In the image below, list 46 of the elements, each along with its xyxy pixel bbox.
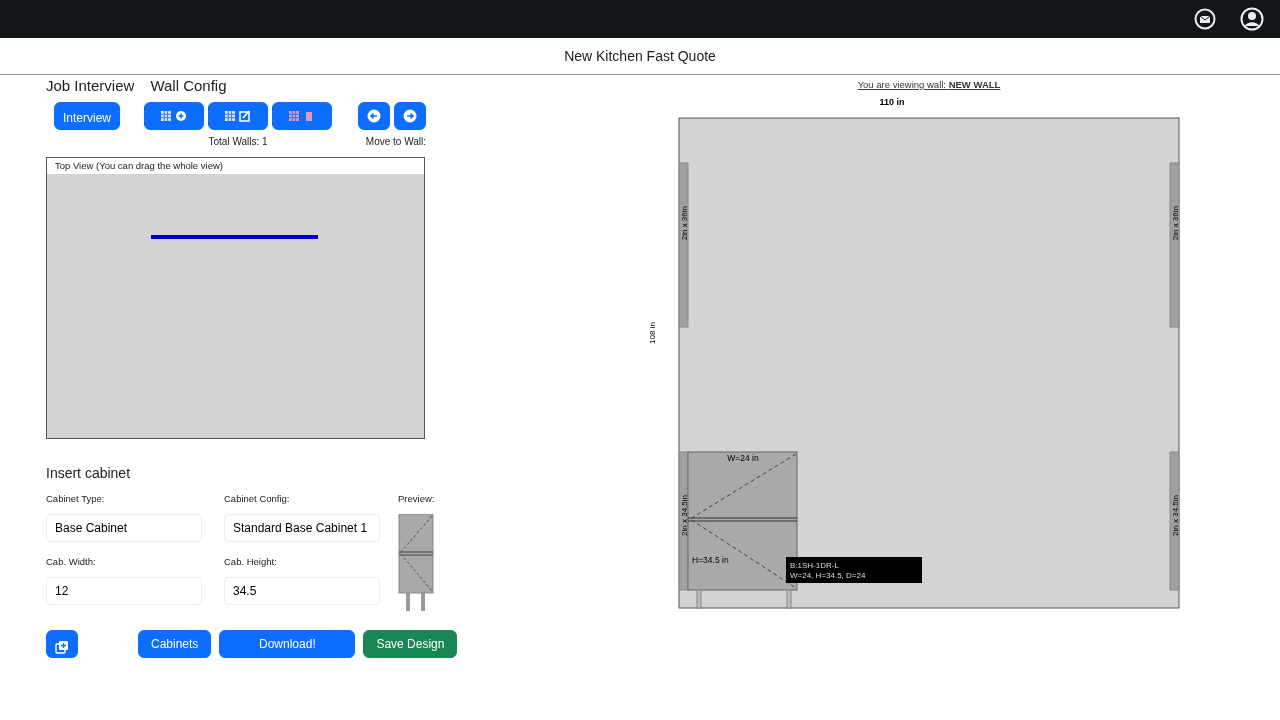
top-view-panel[interactable]: Top View (You can drag the whole view) — [46, 156, 425, 439]
cabinet-width-label: W=24 in — [727, 453, 759, 463]
app-title: New Kitchen Fast Quote — [564, 46, 716, 66]
total-walls-label: Total Walls: 1 — [208, 134, 268, 149]
move-to-wall-label: Move to Wall: — [365, 134, 426, 149]
mail-icon[interactable] — [1194, 8, 1216, 30]
action-button[interactable]: Download! — [219, 629, 356, 658]
next-wall-button[interactable] — [394, 101, 426, 130]
field-label: Cab. Height: — [224, 554, 278, 569]
cabinet-tooltip: B:1SH-1DR-L W=24, H=34.5, D=24 — [786, 557, 922, 583]
wall-edit-button[interactable] — [208, 101, 269, 130]
grid-edit-icon — [225, 108, 252, 125]
top-view-title: Top View (You can drag the whole view) — [47, 157, 424, 174]
filler-label: 2in x 36in — [1170, 206, 1180, 241]
filler-strip[interactable] — [678, 162, 689, 328]
preview-label: Preview: — [398, 491, 435, 506]
copy-button[interactable] — [46, 629, 78, 658]
wall-add-button[interactable] — [144, 101, 205, 130]
filler-label: 2in x 36in — [679, 206, 689, 241]
filler-strip[interactable] — [1169, 451, 1180, 591]
cabinet-height-label: H=34.5 in — [692, 555, 729, 565]
arrow-left-icon — [367, 109, 381, 124]
select-field[interactable]: Base Cabinet — [46, 513, 202, 542]
viewing-wall-caption: You are viewing wall: NEW WALL — [857, 80, 1001, 90]
filler-label: 2in x 34.5in — [679, 495, 689, 536]
insert-cabinet-heading: Insert cabinet — [46, 463, 132, 483]
section-link[interactable]: Wall Config — [150, 75, 227, 98]
section-link[interactable]: Job Interview — [46, 75, 135, 98]
previous-wall-button[interactable] — [358, 101, 390, 130]
interview-button[interactable]: Interview — [54, 101, 121, 130]
field-label: Cabinet Config: — [224, 491, 291, 506]
wall-width-label: 110 in — [879, 97, 905, 107]
copy-plus-icon — [55, 639, 69, 654]
field-label: Cab. Width: — [46, 554, 97, 569]
arrow-right-icon — [403, 109, 417, 124]
user-icon[interactable] — [1240, 7, 1264, 31]
action-button[interactable]: Cabinets — [138, 629, 212, 658]
field-label: Cabinet Type: — [46, 491, 106, 506]
select-field[interactable]: Standard Base Cabinet 1 — [224, 513, 380, 542]
wall-delete-button[interactable] — [272, 101, 333, 130]
filler-strip[interactable] — [1169, 162, 1180, 328]
number-field[interactable]: 12 — [46, 576, 202, 605]
filler-label: 2in x 34.5in — [1170, 495, 1180, 536]
wall-height-label: 108 in — [648, 322, 657, 344]
number-field[interactable]: 34.5 — [224, 576, 380, 605]
action-button[interactable]: Save Design — [363, 629, 458, 658]
